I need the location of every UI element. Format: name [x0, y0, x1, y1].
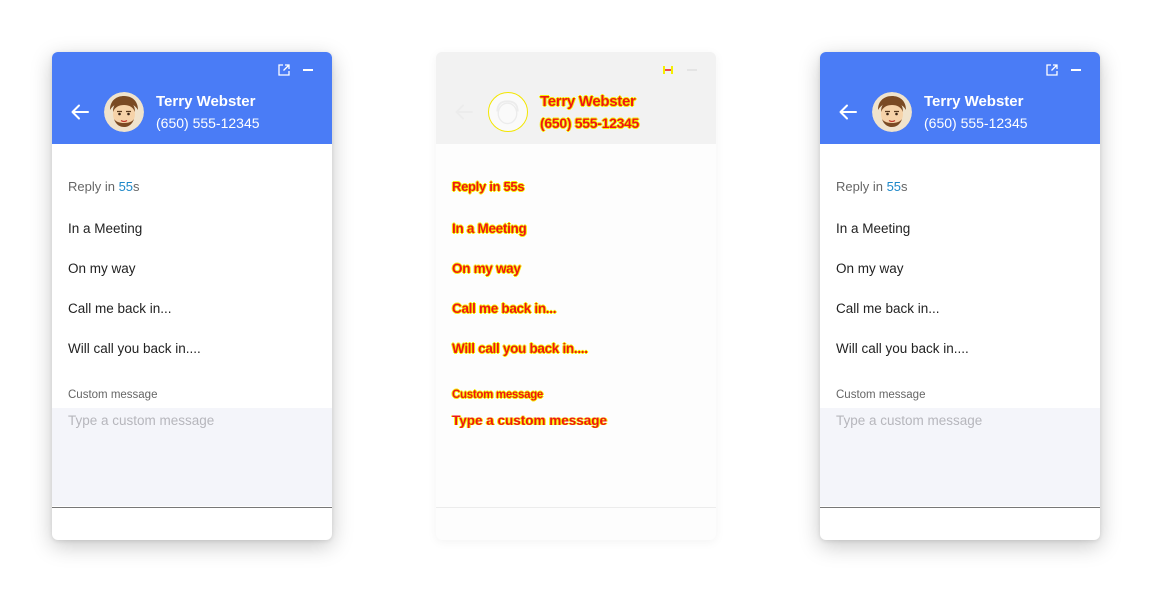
custom-message-label: Custom message: [68, 389, 158, 401]
reply-unit: s: [133, 179, 140, 194]
reply-prefix: Reply in: [68, 179, 119, 194]
sms-reply-panel: Terry Webster (650) 555-12345 Reply in 5…: [52, 52, 332, 540]
quick-reply-call-me-back[interactable]: Call me back in...: [452, 301, 556, 316]
footer-divider: [820, 507, 1100, 508]
custom-message-label: Custom message: [836, 389, 926, 401]
custom-message-input[interactable]: [820, 408, 1100, 506]
reply-prefix: Reply in: [452, 179, 504, 194]
contact-phone: (650) 555-12345: [924, 115, 1028, 131]
quick-reply-call-me-back[interactable]: Call me back in...: [68, 301, 172, 316]
popout-icon[interactable]: [276, 62, 292, 78]
footer-divider: [52, 507, 332, 508]
reply-countdown: 55: [503, 179, 518, 194]
back-arrow-icon[interactable]: [454, 102, 474, 122]
reply-timer: Reply in 55s: [68, 179, 140, 194]
quick-reply-will-call-back[interactable]: Will call you back in....: [836, 341, 969, 356]
panel-header: Terry Webster (650) 555-12345: [820, 52, 1100, 144]
contact-avatar: [872, 92, 912, 132]
minimize-icon[interactable]: [684, 62, 700, 78]
sms-reply-panel: Terry Webster (650) 555-12345 Reply in 5…: [820, 52, 1100, 540]
custom-message-label: Custom message: [452, 389, 544, 401]
back-arrow-icon[interactable]: [70, 102, 90, 122]
quick-reply-in-a-meeting[interactable]: In a Meeting: [836, 221, 910, 236]
reply-unit: s: [901, 179, 908, 194]
quick-reply-on-my-way[interactable]: On my way: [836, 261, 904, 276]
contact-name: Terry Webster: [540, 93, 636, 110]
quick-reply-in-a-meeting[interactable]: In a Meeting: [68, 221, 142, 236]
reply-unit: s: [517, 179, 525, 194]
minimize-icon[interactable]: [300, 62, 316, 78]
contact-avatar: [104, 92, 144, 132]
sms-reply-panel-glitched: Terry Webster (650) 555-12345 Reply in 5…: [436, 52, 716, 540]
contact-phone: (650) 555-12345: [540, 115, 640, 131]
footer-divider: [436, 507, 716, 508]
reply-prefix: Reply in: [836, 179, 887, 194]
reply-countdown: 55: [118, 179, 134, 194]
quick-reply-will-call-back[interactable]: Will call you back in....: [68, 341, 201, 356]
reply-timer: Reply in 55s: [452, 179, 525, 194]
quick-reply-in-a-meeting[interactable]: In a Meeting: [452, 221, 527, 236]
minimize-icon[interactable]: [1068, 62, 1084, 78]
reply-timer: Reply in 55s: [836, 179, 908, 194]
quick-reply-on-my-way[interactable]: On my way: [68, 261, 136, 276]
custom-message-input[interactable]: [436, 408, 716, 506]
quick-reply-call-me-back[interactable]: Call me back in...: [836, 301, 940, 316]
popout-icon[interactable]: [1044, 62, 1060, 78]
contact-avatar: [488, 92, 528, 132]
panel-header: Terry Webster (650) 555-12345: [436, 52, 716, 144]
quick-reply-on-my-way[interactable]: On my way: [452, 261, 521, 276]
quick-reply-will-call-back[interactable]: Will call you back in....: [452, 341, 588, 356]
contact-name: Terry Webster: [156, 93, 256, 110]
custom-message-input[interactable]: [52, 408, 332, 506]
contact-name: Terry Webster: [924, 93, 1024, 110]
panel-header: Terry Webster (650) 555-12345: [52, 52, 332, 144]
reply-countdown: 55: [886, 179, 902, 194]
back-arrow-icon[interactable]: [838, 102, 858, 122]
popout-icon[interactable]: [660, 62, 676, 78]
contact-phone: (650) 555-12345: [156, 115, 260, 131]
